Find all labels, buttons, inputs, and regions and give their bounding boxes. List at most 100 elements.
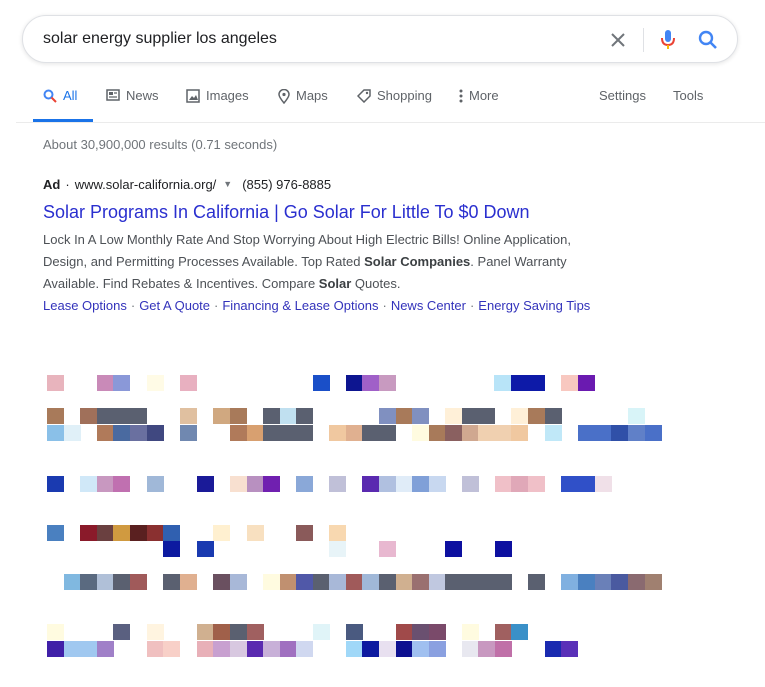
redacted-pixel (163, 541, 180, 557)
redacted-pixel (478, 641, 495, 657)
redacted-pixel (511, 375, 528, 391)
redacted-pixel (346, 425, 363, 441)
microphone-icon[interactable] (653, 25, 683, 55)
tab-maps[interactable]: Maps (278, 88, 328, 122)
redacted-pixel (462, 624, 479, 640)
redacted-pixel (230, 641, 247, 657)
tab-label: Maps (296, 88, 328, 103)
redacted-pixel (412, 574, 429, 590)
settings-link[interactable]: Settings (599, 88, 646, 122)
redacted-pixel (247, 525, 264, 541)
redacted-pixel (346, 574, 363, 590)
redacted-pixel (97, 375, 114, 391)
redacted-pixel (528, 574, 545, 590)
redacted-pixel (611, 574, 628, 590)
redacted-pixel (113, 375, 130, 391)
redacted-pixel (396, 476, 413, 492)
redacted-pixel (611, 425, 628, 441)
redacted-pixel (247, 641, 264, 657)
redacted-pixel (197, 641, 214, 657)
clear-icon[interactable] (603, 25, 633, 55)
redacted-pixel (362, 641, 379, 657)
redacted-pixel (362, 375, 379, 391)
ad-desc-text: Quotes. (351, 276, 401, 291)
redacted-pixel (130, 574, 147, 590)
newspaper-icon (106, 89, 120, 101)
redacted-pixel (645, 574, 662, 590)
redacted-pixel (578, 476, 595, 492)
redacted-pixel (213, 624, 230, 640)
ad-phone[interactable]: (855) 976-8885 (242, 177, 331, 192)
tools-link[interactable]: Tools (673, 88, 703, 122)
search-box-divider (643, 28, 644, 52)
redacted-pixel (80, 525, 97, 541)
redacted-pixel (47, 641, 64, 657)
ad-title-link[interactable]: Solar Programs In California | Go Solar … (43, 200, 663, 224)
redacted-pixel (445, 425, 462, 441)
ad-desc-line: Lock In A Low Monthly Rate And Stop Worr… (43, 232, 571, 247)
redacted-pixel (80, 641, 97, 657)
search-input[interactable] (43, 26, 583, 52)
sitelink-energy-saving-tips[interactable]: Energy Saving Tips (478, 298, 590, 313)
redacted-pixel (113, 624, 130, 640)
redacted-pixel (80, 574, 97, 590)
redacted-pixel (561, 641, 578, 657)
redacted-pixel (80, 476, 97, 492)
tab-news[interactable]: News (106, 88, 159, 122)
redacted-pixel (263, 574, 280, 590)
redacted-pixel (495, 641, 512, 657)
redacted-pixel (47, 375, 64, 391)
redacted-pixel (429, 425, 446, 441)
redacted-pixel (147, 425, 164, 441)
search-box[interactable] (22, 15, 738, 63)
tab-shopping[interactable]: Shopping (357, 88, 432, 122)
ad-url[interactable]: www.solar-california.org/ (75, 177, 217, 192)
tab-label: News (126, 88, 159, 103)
redacted-pixel (313, 624, 330, 640)
redacted-pixel (180, 425, 197, 441)
redacted-pixel (113, 408, 130, 424)
redacted-pixel (429, 624, 446, 640)
redacted-pixel (97, 641, 114, 657)
redacted-pixel (147, 525, 164, 541)
search-icon (43, 89, 57, 103)
ad-desc-text: Available. Find Rebates & Incentives. Co… (43, 276, 319, 291)
ad-desc-text: . Panel Warranty (470, 254, 567, 269)
sitelink-get-a-quote[interactable]: Get A Quote (139, 298, 210, 313)
tab-more[interactable]: More (459, 88, 499, 122)
search-tabs: All News Images Maps Shopping More Setti… (0, 80, 765, 122)
redacted-pixel (362, 476, 379, 492)
tab-images[interactable]: Images (186, 88, 249, 122)
ad-desc-bold: Solar Companies (364, 254, 471, 269)
redacted-pixel (561, 375, 578, 391)
redacted-pixel (429, 574, 446, 590)
tab-all[interactable]: All (43, 88, 77, 122)
redacted-pixel (163, 641, 180, 657)
tab-label: Shopping (377, 88, 432, 103)
redacted-pixel (628, 574, 645, 590)
sitelink-news-center[interactable]: News Center (391, 298, 466, 313)
redacted-pixel (445, 541, 462, 557)
redacted-pixel (263, 408, 280, 424)
redacted-pixel (511, 408, 528, 424)
ad-result: Ad · www.solar-california.org/ ▼ (855) 9… (43, 174, 663, 317)
redacted-pixel (97, 408, 114, 424)
redacted-pixel (628, 408, 645, 424)
redacted-pixel (462, 408, 479, 424)
caret-down-icon[interactable]: ▼ (223, 179, 232, 189)
tab-label: Images (206, 88, 249, 103)
sitelink-lease-options[interactable]: Lease Options (43, 298, 127, 313)
sitelink-financing[interactable]: Financing & Lease Options (222, 298, 378, 313)
sitelink-separator: · (214, 298, 219, 313)
sitelink-separator: · (130, 298, 136, 313)
redacted-pixel (362, 574, 379, 590)
redacted-pixel (545, 408, 562, 424)
redacted-pixel (296, 425, 313, 441)
tab-label: All (63, 88, 78, 103)
redacted-pixel (47, 408, 64, 424)
search-icon[interactable] (693, 25, 723, 55)
redacted-pixel (329, 541, 346, 557)
redacted-pixel (595, 476, 612, 492)
redacted-pixel (230, 476, 247, 492)
redacted-pixel (595, 574, 612, 590)
